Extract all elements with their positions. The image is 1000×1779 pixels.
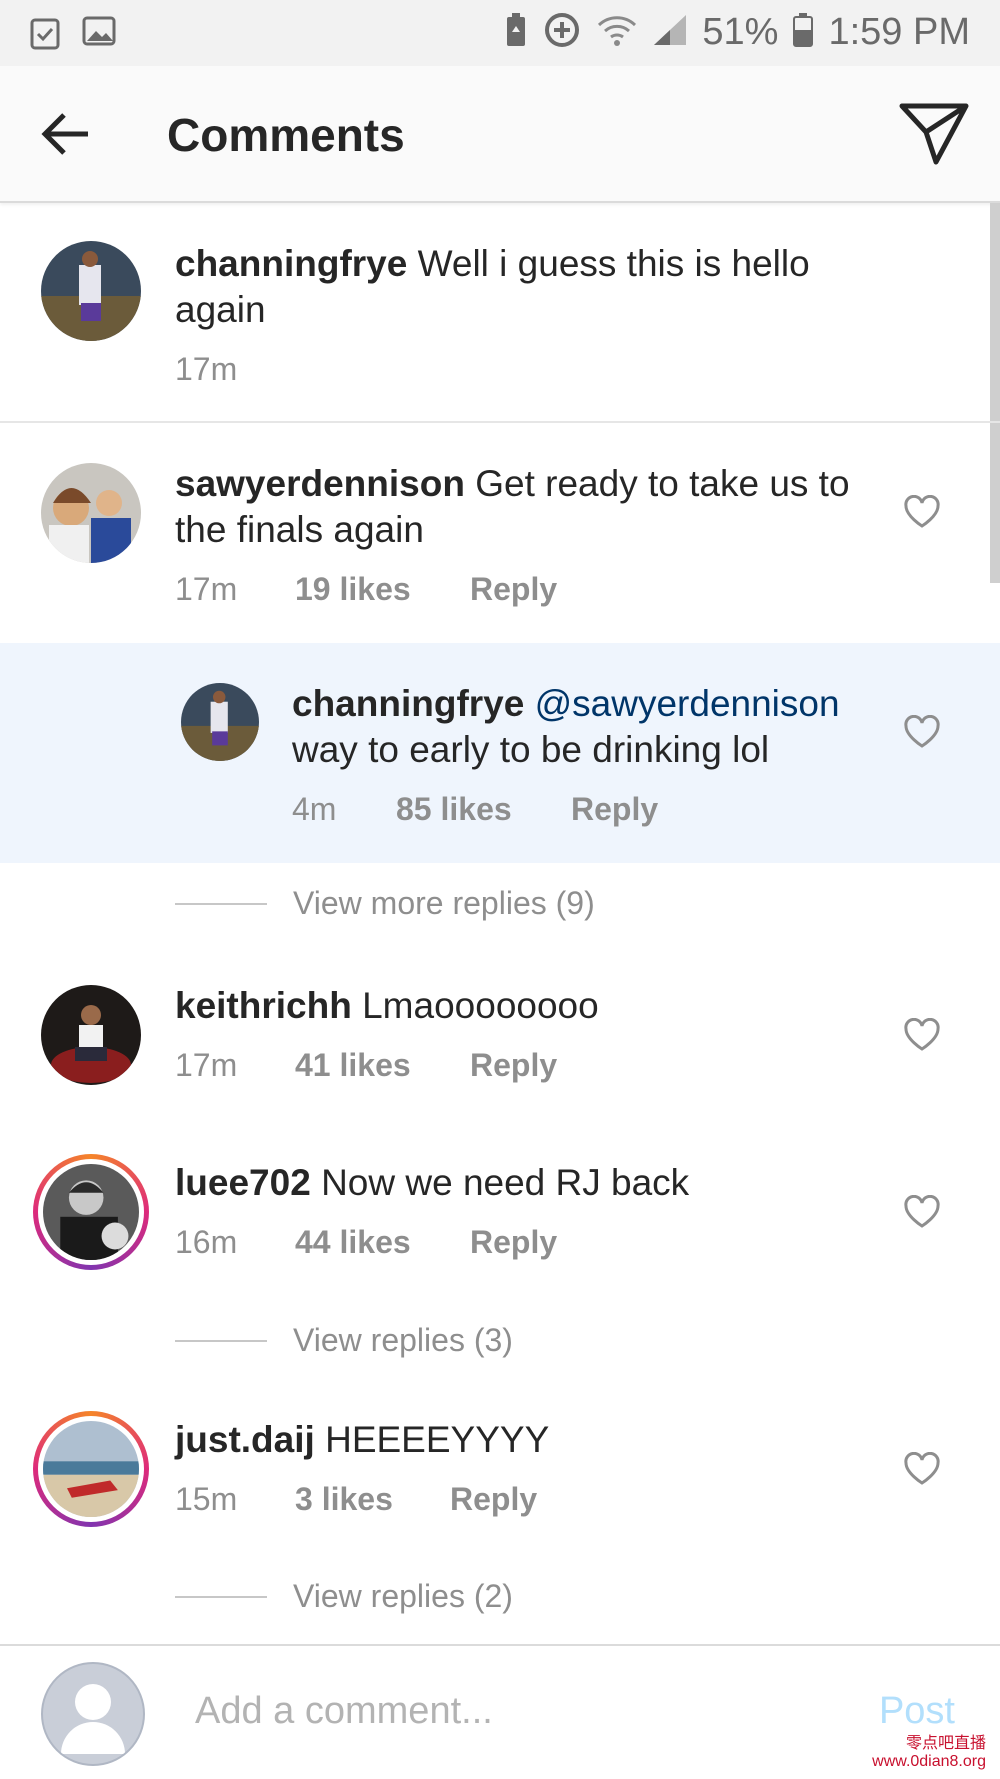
view-replies[interactable]: View replies (2) xyxy=(175,1578,513,1615)
like-button[interactable] xyxy=(903,1194,941,1229)
data-saver-icon xyxy=(542,10,582,55)
divider-line xyxy=(175,902,267,905)
header-bar: Comments xyxy=(0,66,1000,203)
post-button[interactable]: Post xyxy=(879,1690,955,1733)
like-button[interactable] xyxy=(903,1451,941,1486)
comment-text: Lmaoooooooo xyxy=(362,985,599,1026)
battery-saver-icon xyxy=(504,12,528,53)
heart-icon xyxy=(904,1194,940,1228)
battery-icon xyxy=(792,12,814,53)
reply-button[interactable]: Reply xyxy=(571,791,658,828)
like-button[interactable] xyxy=(903,1017,941,1052)
comment-item: sawyerdennison Get ready to take us to t… xyxy=(0,423,1000,643)
username[interactable]: channingfrye xyxy=(292,683,524,724)
divider-line xyxy=(175,1595,267,1598)
comment-text: way to early to be drinking lol xyxy=(292,729,770,770)
timestamp: 17m xyxy=(175,351,238,387)
heart-icon xyxy=(904,494,940,528)
paper-plane-icon xyxy=(899,103,969,165)
comment-item: just.daij HEEEEYYYY 15m 3 likes Reply xyxy=(0,1389,1000,1539)
comment-list: channingfrye Well i guess this is hello … xyxy=(0,203,1000,423)
divider-line xyxy=(175,1339,267,1342)
clock: 1:59 PM xyxy=(828,11,970,53)
comment-item: keithrichh Lmaoooooooo 17m 41 likes Repl… xyxy=(0,955,1000,1105)
reply-button[interactable]: Reply xyxy=(450,1481,537,1518)
wifi-icon xyxy=(596,13,638,52)
signal-icon xyxy=(652,13,688,52)
likes-count[interactable]: 41 likes xyxy=(295,1047,470,1084)
view-replies-label: View replies (3) xyxy=(293,1322,513,1358)
likes-count[interactable]: 85 likes xyxy=(396,791,571,828)
view-more-replies[interactable]: View more replies (9) xyxy=(175,885,595,922)
share-button[interactable] xyxy=(898,100,970,166)
comment-item: luee702 Now we need RJ back 16m 44 likes… xyxy=(0,1132,1000,1282)
back-button[interactable] xyxy=(38,106,94,162)
view-more-replies-label: View more replies (9) xyxy=(293,885,595,921)
timestamp: 15m xyxy=(175,1481,238,1517)
avatar[interactable] xyxy=(181,683,259,761)
like-button[interactable] xyxy=(903,714,941,749)
comment-text: HEEEEYYYY xyxy=(325,1419,550,1460)
arrow-left-icon xyxy=(41,113,88,155)
likes-count[interactable]: 3 likes xyxy=(295,1481,450,1518)
avatar[interactable] xyxy=(41,241,141,341)
comment-input[interactable]: Add a comment... xyxy=(195,1690,493,1733)
heart-icon xyxy=(904,1017,940,1051)
username[interactable]: channingfrye xyxy=(175,243,407,284)
like-button[interactable] xyxy=(903,494,941,529)
timestamp: 17m xyxy=(175,1047,238,1083)
reply-button[interactable]: Reply xyxy=(470,571,557,608)
status-bar: 51% 1:59 PM xyxy=(0,0,1000,66)
battery-percent: 51% xyxy=(702,11,779,53)
view-replies[interactable]: View replies (3) xyxy=(175,1322,513,1359)
mention-link[interactable]: @sawyerdennison xyxy=(535,683,840,724)
reply-button[interactable]: Reply xyxy=(470,1047,557,1084)
page-title: Comments xyxy=(167,109,405,161)
username[interactable]: keithrichh xyxy=(175,985,352,1026)
watermark: 零点吧直播 www.0dian8.org xyxy=(872,1735,986,1770)
default-user-icon xyxy=(61,1684,125,1754)
avatar[interactable] xyxy=(41,463,141,563)
comment-text: Now we need RJ back xyxy=(321,1162,690,1203)
reply-button[interactable]: Reply xyxy=(470,1224,557,1261)
story-ring-avatar[interactable] xyxy=(33,1154,149,1270)
view-replies-label: View replies (2) xyxy=(293,1578,513,1614)
avatar[interactable] xyxy=(41,985,141,1085)
post-caption: channingfrye Well i guess this is hello … xyxy=(0,203,1000,423)
timestamp: 16m xyxy=(175,1224,238,1260)
gallery-icon xyxy=(82,16,116,55)
task-checkbox-icon xyxy=(30,16,60,55)
timestamp: 17m xyxy=(175,571,238,607)
username[interactable]: sawyerdennison xyxy=(175,463,465,504)
likes-count[interactable]: 44 likes xyxy=(295,1224,470,1261)
story-ring-avatar[interactable] xyxy=(33,1411,149,1527)
comment-composer: Add a comment... Post 零点吧直播 www.0dian8.o… xyxy=(0,1644,1000,1779)
heart-icon xyxy=(904,1451,940,1485)
reply-highlight: channingfrye @sawyerdennison way to earl… xyxy=(0,643,1000,863)
own-avatar xyxy=(41,1662,145,1766)
heart-icon xyxy=(904,714,940,748)
username[interactable]: just.daij xyxy=(175,1419,315,1460)
timestamp: 4m xyxy=(292,791,337,827)
likes-count[interactable]: 19 likes xyxy=(295,571,470,608)
username[interactable]: luee702 xyxy=(175,1162,311,1203)
